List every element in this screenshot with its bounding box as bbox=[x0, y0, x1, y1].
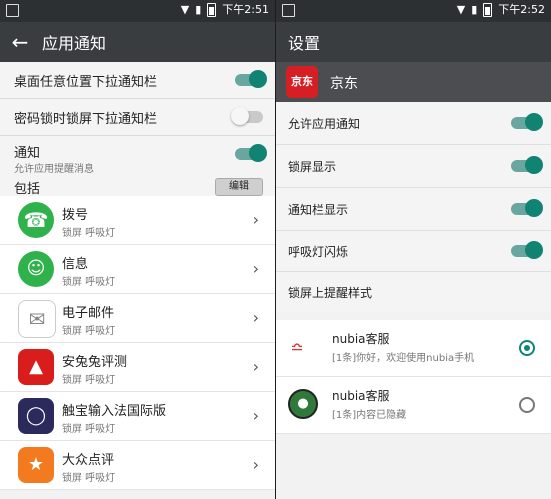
app-sub: 锁屏 呼吸灯 bbox=[62, 228, 116, 239]
setting-label: 呼吸灯闪烁 bbox=[288, 245, 349, 259]
bubble-icon: ● bbox=[288, 389, 318, 419]
setting-row-pulldown-anywhere[interactable]: 桌面任意位置下拉通知栏 bbox=[0, 62, 275, 99]
app-bar: 设置 bbox=[276, 22, 551, 62]
setting-row-breathing-light[interactable]: 呼吸灯闪烁 bbox=[276, 231, 551, 272]
app-sub: 锁屏 呼吸灯 bbox=[62, 424, 116, 435]
chevron-right-icon: › bbox=[252, 259, 259, 278]
style-text: [1条]你好，欢迎使用nubia手机 bbox=[332, 353, 475, 364]
clock-text: 下午2:52 bbox=[498, 3, 545, 16]
battery-icon bbox=[207, 3, 217, 17]
app-row-messages[interactable]: ☺ 信息 锁屏 呼吸灯 › bbox=[0, 245, 275, 294]
radio-button[interactable] bbox=[519, 340, 535, 356]
app-name: 大众点评 bbox=[62, 453, 115, 468]
app-notification-screen: ▼ ▮ 下午2:51 ← 应用通知 桌面任意位置下拉通知栏 密码锁时锁屏下拉通知… bbox=[0, 0, 275, 499]
jd-logo-icon: 京东 bbox=[286, 66, 318, 98]
wifi-signal-icon: ≏ bbox=[290, 338, 304, 357]
page-title: 应用通知 bbox=[42, 34, 107, 53]
setting-label: 密码锁时锁屏下拉通知栏 bbox=[14, 112, 158, 127]
setting-sub: 允许应用提醒消息 bbox=[14, 164, 94, 175]
signal-icon: ▮ bbox=[471, 3, 478, 16]
wifi-icon: ▼ bbox=[180, 3, 190, 16]
screenshot-icon bbox=[282, 4, 295, 17]
app-row-antutu[interactable]: ▲ 安兔兔评测 锁屏 呼吸灯 › bbox=[0, 343, 275, 392]
app-row-keyboard[interactable]: ◯ 触宝输入法国际版 锁屏 呼吸灯 › bbox=[0, 392, 275, 441]
arrow-left-icon[interactable]: ← bbox=[0, 22, 40, 62]
status-bar: ▼ ▮ 下午2:52 bbox=[276, 0, 551, 22]
app-name: 拨号 bbox=[62, 208, 89, 223]
app-name: 电子邮件 bbox=[62, 306, 115, 321]
chevron-right-icon: › bbox=[252, 308, 259, 327]
app-header: 京东 京东 bbox=[276, 62, 551, 102]
setting-row-lockscreen-pulldown[interactable]: 密码锁时锁屏下拉通知栏 bbox=[0, 99, 275, 136]
toggle-switch[interactable] bbox=[511, 199, 543, 217]
dianping-icon: ★ bbox=[18, 447, 54, 483]
setting-label: 允许应用通知 bbox=[288, 117, 361, 131]
app-sub: 锁屏 呼吸灯 bbox=[62, 277, 116, 288]
setting-label: 通知栏显示 bbox=[288, 203, 349, 217]
empty-area bbox=[276, 434, 551, 499]
setting-row-notification[interactable]: 通知 允许应用提醒消息 bbox=[0, 136, 275, 176]
antutu-icon: ▲ bbox=[18, 349, 54, 385]
screenshot-icon bbox=[6, 4, 19, 17]
toggle-switch[interactable] bbox=[511, 241, 543, 259]
app-name: 京东 bbox=[330, 76, 358, 92]
page-title: 设置 bbox=[288, 34, 321, 53]
style-text: [1条]内容已隐藏 bbox=[332, 410, 407, 421]
app-name: 信息 bbox=[62, 257, 89, 272]
edit-button[interactable]: 编辑 bbox=[215, 178, 263, 196]
phone-icon: ☎ bbox=[18, 202, 54, 238]
app-row-dialer[interactable]: ☎ 拨号 锁屏 呼吸灯 › bbox=[0, 196, 275, 245]
toggle-switch[interactable] bbox=[231, 107, 263, 125]
app-name: 安兔兔评测 bbox=[62, 355, 128, 370]
style-option-full[interactable]: ≏ nubia客服 [1条]你好，欢迎使用nubia手机 bbox=[276, 320, 551, 377]
section-label: 包括 bbox=[14, 182, 41, 197]
style-title: nubia客服 bbox=[332, 389, 390, 403]
setting-label: 锁屏显示 bbox=[288, 160, 337, 174]
section-header: 包括 编辑 bbox=[0, 176, 275, 197]
radio-button[interactable] bbox=[519, 397, 535, 413]
setting-label: 通知 bbox=[14, 146, 41, 161]
setting-row-lockscreen-display[interactable]: 锁屏显示 bbox=[276, 145, 551, 188]
app-name: 触宝输入法国际版 bbox=[62, 404, 167, 419]
style-option-hidden[interactable]: ● nubia客服 [1条]内容已隐藏 bbox=[276, 377, 551, 434]
style-title: nubia客服 bbox=[332, 332, 390, 346]
app-bar: ← 应用通知 bbox=[0, 22, 275, 62]
toggle-switch[interactable] bbox=[235, 144, 267, 162]
setting-row-allow-notification[interactable]: 允许应用通知 bbox=[276, 102, 551, 145]
mail-icon: ✉ bbox=[18, 300, 56, 338]
message-icon: ☺ bbox=[18, 251, 54, 287]
section-label: 锁屏上提醒样式 bbox=[288, 286, 373, 300]
setting-row-statusbar-display[interactable]: 通知栏显示 bbox=[276, 188, 551, 231]
clock-text: 下午2:51 bbox=[222, 3, 269, 16]
chevron-right-icon: › bbox=[252, 406, 259, 425]
battery-icon bbox=[483, 3, 493, 17]
setting-label: 桌面任意位置下拉通知栏 bbox=[14, 75, 158, 90]
lockscreen-style-header: 锁屏上提醒样式 bbox=[276, 272, 551, 312]
app-row-email[interactable]: ✉ 电子邮件 锁屏 呼吸灯 › bbox=[0, 294, 275, 343]
app-sub: 锁屏 呼吸灯 bbox=[62, 375, 116, 386]
keyboard-icon: ◯ bbox=[18, 398, 54, 434]
chevron-right-icon: › bbox=[252, 357, 259, 376]
chevron-right-icon: › bbox=[252, 455, 259, 474]
app-sub: 锁屏 呼吸灯 bbox=[62, 326, 116, 337]
toggle-switch[interactable] bbox=[511, 156, 543, 174]
toggle-switch[interactable] bbox=[511, 113, 543, 131]
chevron-right-icon: › bbox=[252, 210, 259, 229]
wifi-icon: ▼ bbox=[456, 3, 466, 16]
app-sub: 锁屏 呼吸灯 bbox=[62, 473, 116, 484]
signal-icon: ▮ bbox=[195, 3, 202, 16]
status-bar: ▼ ▮ 下午2:51 bbox=[0, 0, 275, 22]
toggle-switch[interactable] bbox=[235, 70, 267, 88]
app-settings-screen: ▼ ▮ 下午2:52 设置 京东 京东 允许应用通知 锁屏显示 通知栏显示 呼吸… bbox=[276, 0, 551, 499]
app-row-dianping[interactable]: ★ 大众点评 锁屏 呼吸灯 › bbox=[0, 441, 275, 490]
